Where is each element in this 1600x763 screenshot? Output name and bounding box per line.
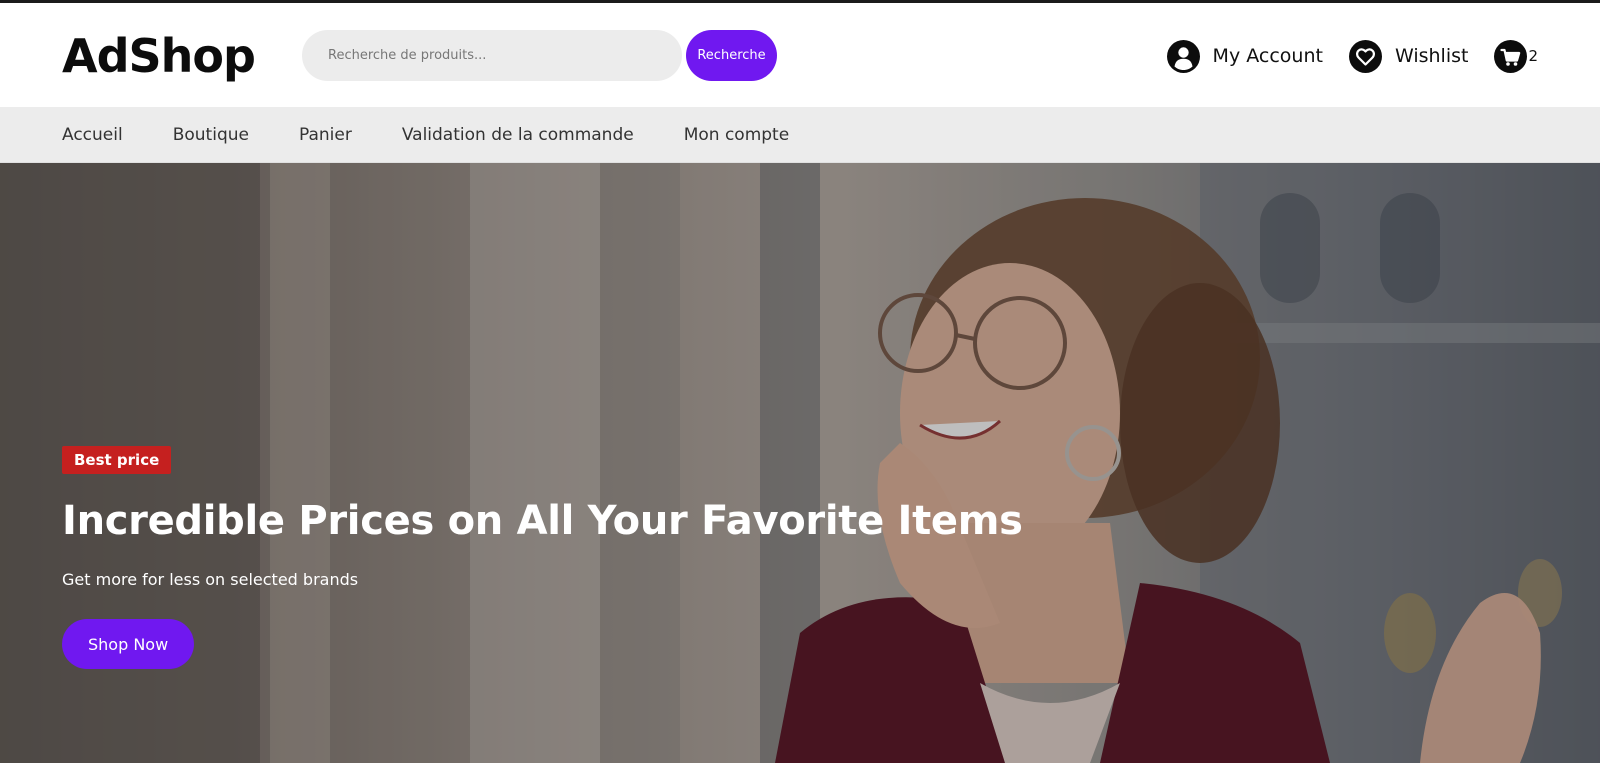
hero-subtitle: Get more for less on selected brands — [62, 570, 359, 589]
search-input[interactable] — [302, 30, 682, 81]
user-icon — [1166, 39, 1200, 73]
nav-link-validation[interactable]: Validation de la commande — [402, 125, 634, 145]
nav-item-validation: Validation de la commande — [402, 125, 634, 145]
best-price-badge: Best price — [62, 446, 172, 474]
wishlist-link[interactable]: Wishlist — [1348, 39, 1469, 73]
logo[interactable]: AdShop — [62, 27, 256, 85]
main-nav: Accueil Boutique Panier Validation de la… — [0, 107, 1600, 163]
my-account-label: My Account — [1212, 45, 1323, 67]
search-button[interactable]: Recherche — [686, 30, 777, 81]
wishlist-label: Wishlist — [1394, 45, 1469, 67]
nav-link-accueil[interactable]: Accueil — [62, 125, 123, 145]
site-header: AdShop Recherche My Account Wishlist — [0, 3, 1600, 107]
shop-now-button[interactable]: Shop Now — [62, 619, 195, 669]
cart-count: 2 — [1528, 47, 1538, 65]
nav-link-mon-compte[interactable]: Mon compte — [684, 125, 789, 145]
header-actions: My Account Wishlist 2 — [1166, 36, 1538, 76]
nav-link-panier[interactable]: Panier — [299, 125, 352, 145]
heart-icon — [1348, 39, 1382, 73]
hero-banner: Best price Incredible Prices on All Your… — [0, 163, 1600, 763]
nav-item-panier: Panier — [299, 125, 352, 145]
nav-link-boutique[interactable]: Boutique — [173, 125, 249, 145]
hero-title: Incredible Prices on All Your Favorite I… — [62, 498, 1023, 544]
my-account-link[interactable]: My Account — [1166, 39, 1323, 73]
hero-content: Best price Incredible Prices on All Your… — [62, 446, 1023, 669]
nav-item-accueil: Accueil — [62, 125, 123, 145]
cart-icon — [1494, 39, 1528, 73]
nav-item-mon-compte: Mon compte — [684, 125, 789, 145]
cart-link[interactable]: 2 — [1494, 39, 1538, 73]
nav-item-boutique: Boutique — [173, 125, 249, 145]
